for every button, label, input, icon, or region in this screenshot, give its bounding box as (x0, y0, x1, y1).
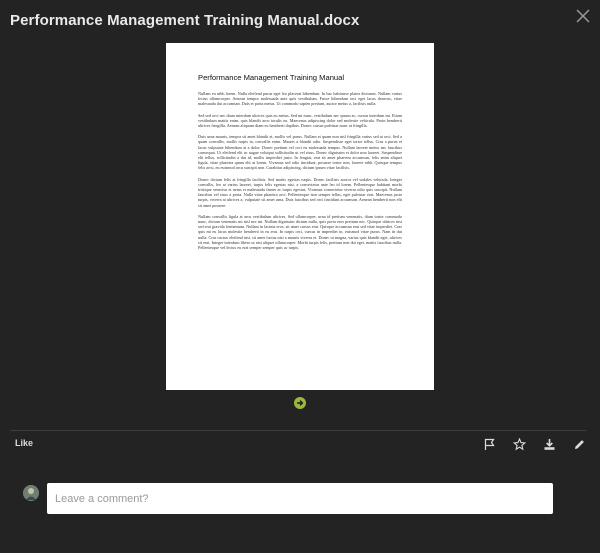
divider (10, 430, 586, 431)
comment-input[interactable] (47, 483, 553, 514)
arrow-right-circle-icon (297, 400, 304, 406)
document-heading: Performance Management Training Manual (198, 73, 345, 82)
document-paragraph: Duis urna mauris, tempor sit amet blandi… (198, 134, 402, 171)
pencil-icon[interactable] (573, 438, 586, 451)
download-icon[interactable] (543, 438, 556, 451)
action-toolbar (483, 437, 586, 451)
window-title: Performance Management Training Manual.d… (10, 12, 360, 29)
like-button[interactable]: Like (15, 438, 33, 448)
document-paragraph: Nullam convallis ligula at arcu vestibul… (198, 213, 402, 251)
document-preview: Performance Management Training Manual N… (166, 43, 434, 390)
next-page-button[interactable] (294, 397, 306, 409)
user-avatar (23, 485, 39, 501)
star-icon[interactable] (512, 437, 527, 451)
close-icon[interactable] (574, 7, 592, 25)
document-paragraph: Donec dictum felis at fringilla facilisi… (198, 176, 402, 208)
flag-icon[interactable] (483, 438, 496, 451)
document-paragraph: Sed sed orci nec diam interdum ultrices … (198, 112, 402, 129)
document-paragraph: Nullam eu nibh lorem. Nulla eleifend pur… (198, 91, 402, 107)
